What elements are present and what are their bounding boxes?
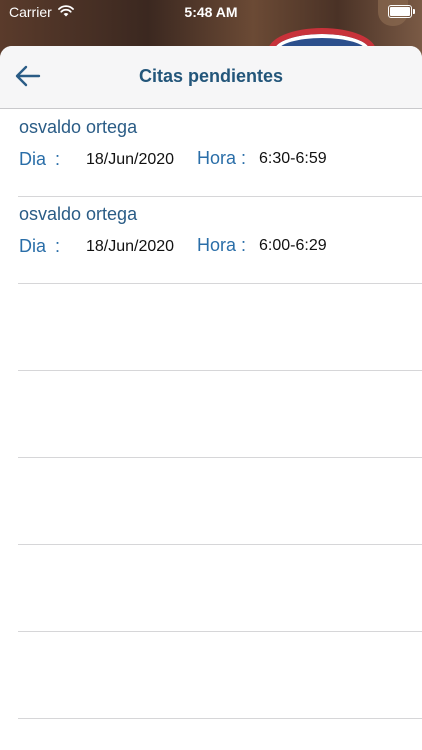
appointment-date: 18/Jun/2020 <box>86 151 175 168</box>
empty-row <box>18 457 422 545</box>
hour-label: Hora : <box>197 148 247 168</box>
modal-sheet: Citas pendientes osvaldo ortega Dia : 18… <box>0 46 422 750</box>
page-title: Citas pendientes <box>138 66 284 86</box>
day-separator: : <box>55 149 61 169</box>
day-label: Dia <box>19 236 47 256</box>
clock: 5:48 AM <box>184 4 238 20</box>
appointment-hour: 6:30-6:59 <box>259 150 327 167</box>
status-bar: Carrier 5:48 AM <box>0 0 422 26</box>
hour-label: Hora : <box>197 235 247 255</box>
appointment-row[interactable]: osvaldo ortega Dia : 18/Jun/2020 Hora : … <box>18 196 422 284</box>
patient-name: osvaldo ortega <box>19 117 138 137</box>
day-label: Dia <box>19 149 47 169</box>
appointment-row[interactable]: osvaldo ortega Dia : 18/Jun/2020 Hora : … <box>18 109 422 197</box>
patient-name: osvaldo ortega <box>19 204 138 224</box>
day-separator: : <box>55 236 61 256</box>
empty-row <box>18 370 422 458</box>
navigation-bar: Citas pendientes <box>0 46 422 109</box>
appointment-date: 18/Jun/2020 <box>86 238 175 255</box>
empty-row <box>18 283 422 371</box>
empty-row <box>18 631 422 719</box>
battery-icon <box>388 5 415 18</box>
empty-row <box>18 544 422 632</box>
appointment-hour: 6:00-6:29 <box>259 237 327 254</box>
